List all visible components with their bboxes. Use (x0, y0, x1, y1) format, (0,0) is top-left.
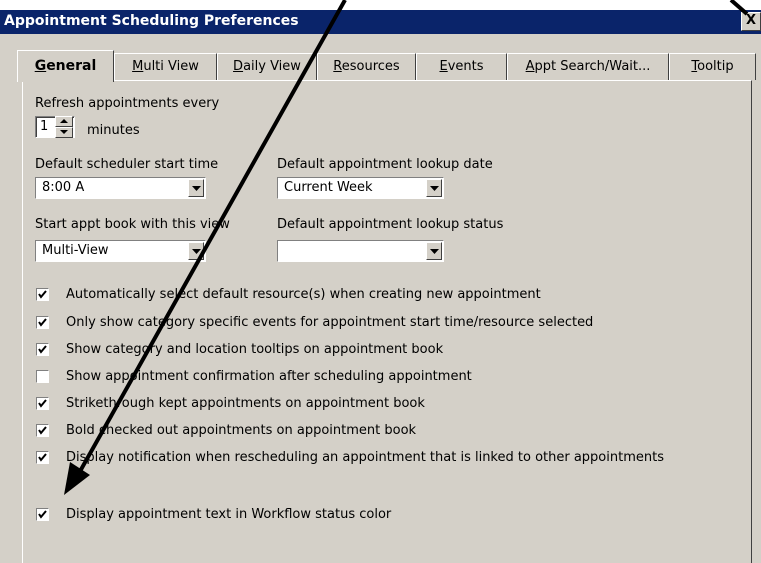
refresh-minutes-value: 1 (40, 119, 49, 134)
option-label: Show category and location tooltips on a… (66, 342, 444, 357)
start-view-value: Multi-View (42, 243, 109, 258)
checkbox[interactable] (36, 424, 49, 437)
option-label: Only show category specific events for a… (66, 315, 594, 330)
tab-daily-view[interactable]: Daily View (217, 53, 317, 80)
window-title: Appointment Scheduling Preferences (4, 13, 299, 29)
checkbox[interactable] (36, 288, 49, 301)
checkbox[interactable] (36, 316, 49, 329)
tab-events[interactable]: Events (416, 53, 507, 80)
start-view-dropdown-button[interactable] (188, 242, 204, 260)
checkmark-icon (38, 290, 47, 299)
lookup-status-label: Default appointment lookup status (277, 217, 504, 232)
spin-up-button[interactable] (55, 116, 73, 127)
start-view-label: Start appt book with this view (35, 217, 230, 232)
checkmark-icon (38, 453, 47, 462)
preferences-dialog: Appointment Scheduling Preferences X Gen… (0, 0, 761, 563)
spin-up-icon (60, 119, 68, 123)
refresh-label: Refresh appointments every (35, 96, 220, 111)
checkmark-icon (38, 345, 47, 354)
refresh-spinner (55, 116, 73, 138)
start-view-select[interactable]: Multi-View (35, 240, 206, 262)
chevron-down-icon (430, 249, 439, 254)
lookup-date-value: Current Week (284, 180, 373, 195)
close-icon: X (745, 13, 757, 28)
option-label: Strikethrough kept appointments on appoi… (66, 396, 425, 411)
chevron-down-icon (192, 186, 201, 191)
tab-tooltip[interactable]: Tooltip (669, 53, 756, 80)
checkbox[interactable] (36, 451, 49, 464)
start-time-select[interactable]: 8:00 A (35, 177, 206, 199)
lookup-date-dropdown-button[interactable] (426, 179, 442, 197)
lookup-status-dropdown-button[interactable] (426, 242, 442, 260)
tab-appt-search-wait[interactable]: Appt Search/Wait... (507, 53, 669, 80)
start-time-value: 8:00 A (42, 180, 85, 195)
close-button[interactable]: X (741, 12, 761, 31)
refresh-unit-label: minutes (87, 123, 140, 138)
lookup-date-select[interactable]: Current Week (277, 177, 444, 199)
checkmark-icon (38, 426, 47, 435)
spin-down-icon (60, 130, 68, 134)
start-time-dropdown-button[interactable] (188, 179, 204, 197)
spin-down-button[interactable] (55, 127, 73, 138)
checkbox[interactable] (36, 343, 49, 356)
tab-general[interactable]: General (17, 50, 114, 82)
option-label: Display notification when rescheduling a… (66, 450, 664, 465)
option-label: Bold checked out appointments on appoint… (66, 423, 417, 438)
top-strip (0, 0, 761, 10)
checkbox[interactable] (36, 397, 49, 410)
tab-multi-view[interactable]: Multi View (114, 53, 217, 80)
checkmark-icon (38, 510, 47, 519)
checkmark-icon (38, 318, 47, 327)
chevron-down-icon (192, 249, 201, 254)
checkbox[interactable] (36, 370, 49, 383)
option-label: Show appointment confirmation after sche… (66, 369, 472, 384)
title-bar[interactable]: Appointment Scheduling Preferences X (0, 10, 761, 34)
chevron-down-icon (430, 186, 439, 191)
lookup-date-label: Default appointment lookup date (277, 157, 493, 172)
tab-resources[interactable]: Resources (317, 53, 416, 80)
checkmark-icon (38, 399, 47, 408)
start-time-label: Default scheduler start time (35, 157, 219, 172)
option-label: Display appointment text in Workflow sta… (66, 507, 392, 522)
lookup-status-select[interactable] (277, 240, 444, 262)
checkbox[interactable] (36, 508, 49, 521)
option-label: Automatically select default resource(s)… (66, 287, 541, 302)
